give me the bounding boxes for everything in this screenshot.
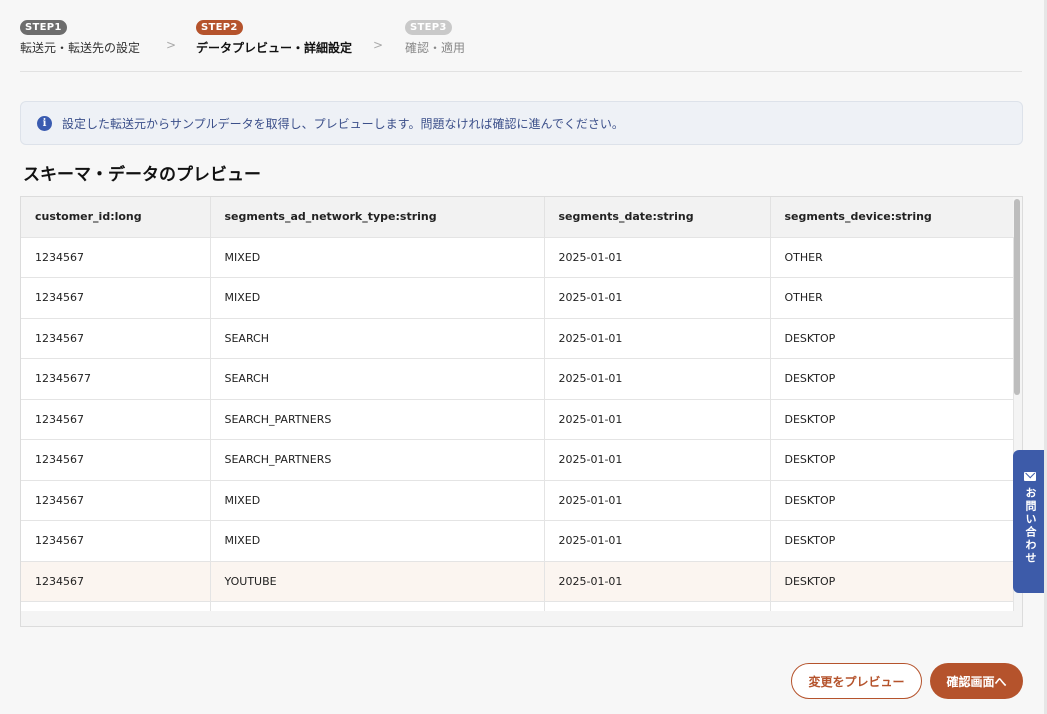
table-cell [544, 601, 771, 611]
table-header-row: customer_id:long segments_ad_network_typ… [21, 197, 1013, 237]
table-cell: 1234567 [21, 560, 211, 602]
table-cell: DESKTOP [770, 317, 1014, 359]
table-cell: SEARCH_PARTNERS [210, 398, 545, 440]
step-1-label: 転送元・転送先の設定 [20, 41, 141, 55]
table-scrollbar[interactable] [1014, 199, 1020, 395]
table-cell: 2025-01-01 [544, 560, 771, 602]
info-text: 設定した転送元からサンプルデータを取得し、プレビューします。問題なければ確認に進… [62, 116, 624, 131]
preview-table: customer_id:long segments_ad_network_typ… [20, 196, 1023, 627]
table-cell: 1234567 [21, 439, 211, 480]
info-message: i 設定した転送元からサンプルデータを取得し、プレビューします。問題なければ確認… [20, 101, 1023, 145]
table-cell: 2025-01-01 [544, 277, 771, 318]
table-row: 1234567 SEARCH_PARTNERS 2025-01-01 DESKT… [21, 398, 1014, 440]
table-cell: DESKTOP [770, 358, 1014, 399]
table-row: 1234567 MIXED 2025-01-01 DESKTOP [21, 479, 1014, 521]
table-row: 1234567 SEARCH_PARTNERS 2025-01-01 DESKT… [21, 439, 1014, 480]
table-row: 1234567 MIXED 2025-01-01 DESKTOP [21, 520, 1014, 561]
preview-changes-button[interactable]: 変更をプレビュー [791, 663, 922, 699]
step-3-label: 確認・適用 [405, 41, 466, 55]
table-row: 1234567 MIXED 2025-01-01 OTHER [21, 236, 1014, 278]
step-indicator: STEP1 転送元・転送先の設定 > STEP2 データプレビュー・詳細設定 >… [20, 15, 1022, 72]
to-confirm-button[interactable]: 確認画面へ [930, 663, 1023, 699]
table-cell: SEARCH_PARTNERS [210, 439, 545, 480]
column-header: segments_ad_network_type:string [210, 197, 545, 237]
step-3-badge: STEP3 [405, 20, 452, 35]
table-cell: 2025-01-01 [544, 520, 771, 561]
table-cell: MIXED [210, 479, 545, 521]
step-2: STEP2 データプレビュー・詳細設定 [196, 15, 352, 56]
table-cell [770, 601, 1014, 611]
section-title: スキーマ・データのプレビュー [23, 165, 261, 185]
table-cell: 2025-01-01 [544, 317, 771, 359]
step-2-label: データプレビュー・詳細設定 [196, 41, 353, 55]
table-cell: MIXED [210, 236, 545, 278]
table-cell: DESKTOP [770, 398, 1014, 440]
table-cell: 2025-01-01 [544, 439, 771, 480]
step-1: STEP1 転送元・転送先の設定 [20, 15, 140, 56]
table-cell: YOUTUBE [210, 560, 545, 602]
table-cell: 1234567 [21, 479, 211, 521]
contact-label: お問い合わせ [1024, 487, 1037, 565]
table-cell: DESKTOP [770, 560, 1014, 602]
table-cell: 1234567 [21, 277, 211, 318]
table-cell [21, 601, 211, 611]
table-cell: 2025-01-01 [544, 236, 771, 278]
table-cell: 2025-01-01 [544, 479, 771, 521]
info-icon: i [37, 115, 52, 131]
table-row: 1234567 SEARCH 2025-01-01 DESKTOP [21, 317, 1014, 359]
step-1-badge: STEP1 [20, 20, 67, 35]
table-cell: OTHER [770, 277, 1014, 318]
table-cell: 1234567 [21, 236, 211, 278]
chevron-right-icon: > [373, 38, 384, 52]
table-cell: DESKTOP [770, 479, 1014, 521]
table-cell: 1234567 [21, 520, 211, 561]
mail-icon [1024, 472, 1036, 481]
chevron-right-icon: > [166, 38, 177, 52]
table-cell [210, 601, 545, 611]
table-cell: 2025-01-01 [544, 398, 771, 440]
column-header: customer_id:long [21, 197, 211, 237]
table-cell: OTHER [770, 236, 1014, 278]
step-2-badge: STEP2 [196, 20, 243, 35]
column-header: segments_device:string [770, 197, 1013, 237]
contact-tab[interactable]: お問い合わせ [1013, 450, 1047, 593]
table-cell: SEARCH [210, 317, 545, 359]
step-3: STEP3 確認・適用 [405, 15, 465, 56]
table-cell: 1234567 [21, 398, 211, 440]
table-row: 12345677 SEARCH 2025-01-01 DESKTOP [21, 358, 1014, 399]
table-cell: MIXED [210, 520, 545, 561]
table-cell: 2025-01-01 [544, 358, 771, 399]
table-cell: 1234567 [21, 317, 211, 359]
table-cell: SEARCH [210, 358, 545, 399]
column-header: segments_date:string [544, 197, 771, 237]
table-row: 1234567 MIXED 2025-01-01 OTHER [21, 277, 1014, 318]
table-row [21, 601, 1014, 611]
table-cell: DESKTOP [770, 520, 1014, 561]
table-cell: DESKTOP [770, 439, 1014, 480]
table-row: 1234567 YOUTUBE 2025-01-01 DESKTOP [21, 560, 1014, 602]
table-cell: 12345677 [21, 358, 211, 399]
table-cell: MIXED [210, 277, 545, 318]
